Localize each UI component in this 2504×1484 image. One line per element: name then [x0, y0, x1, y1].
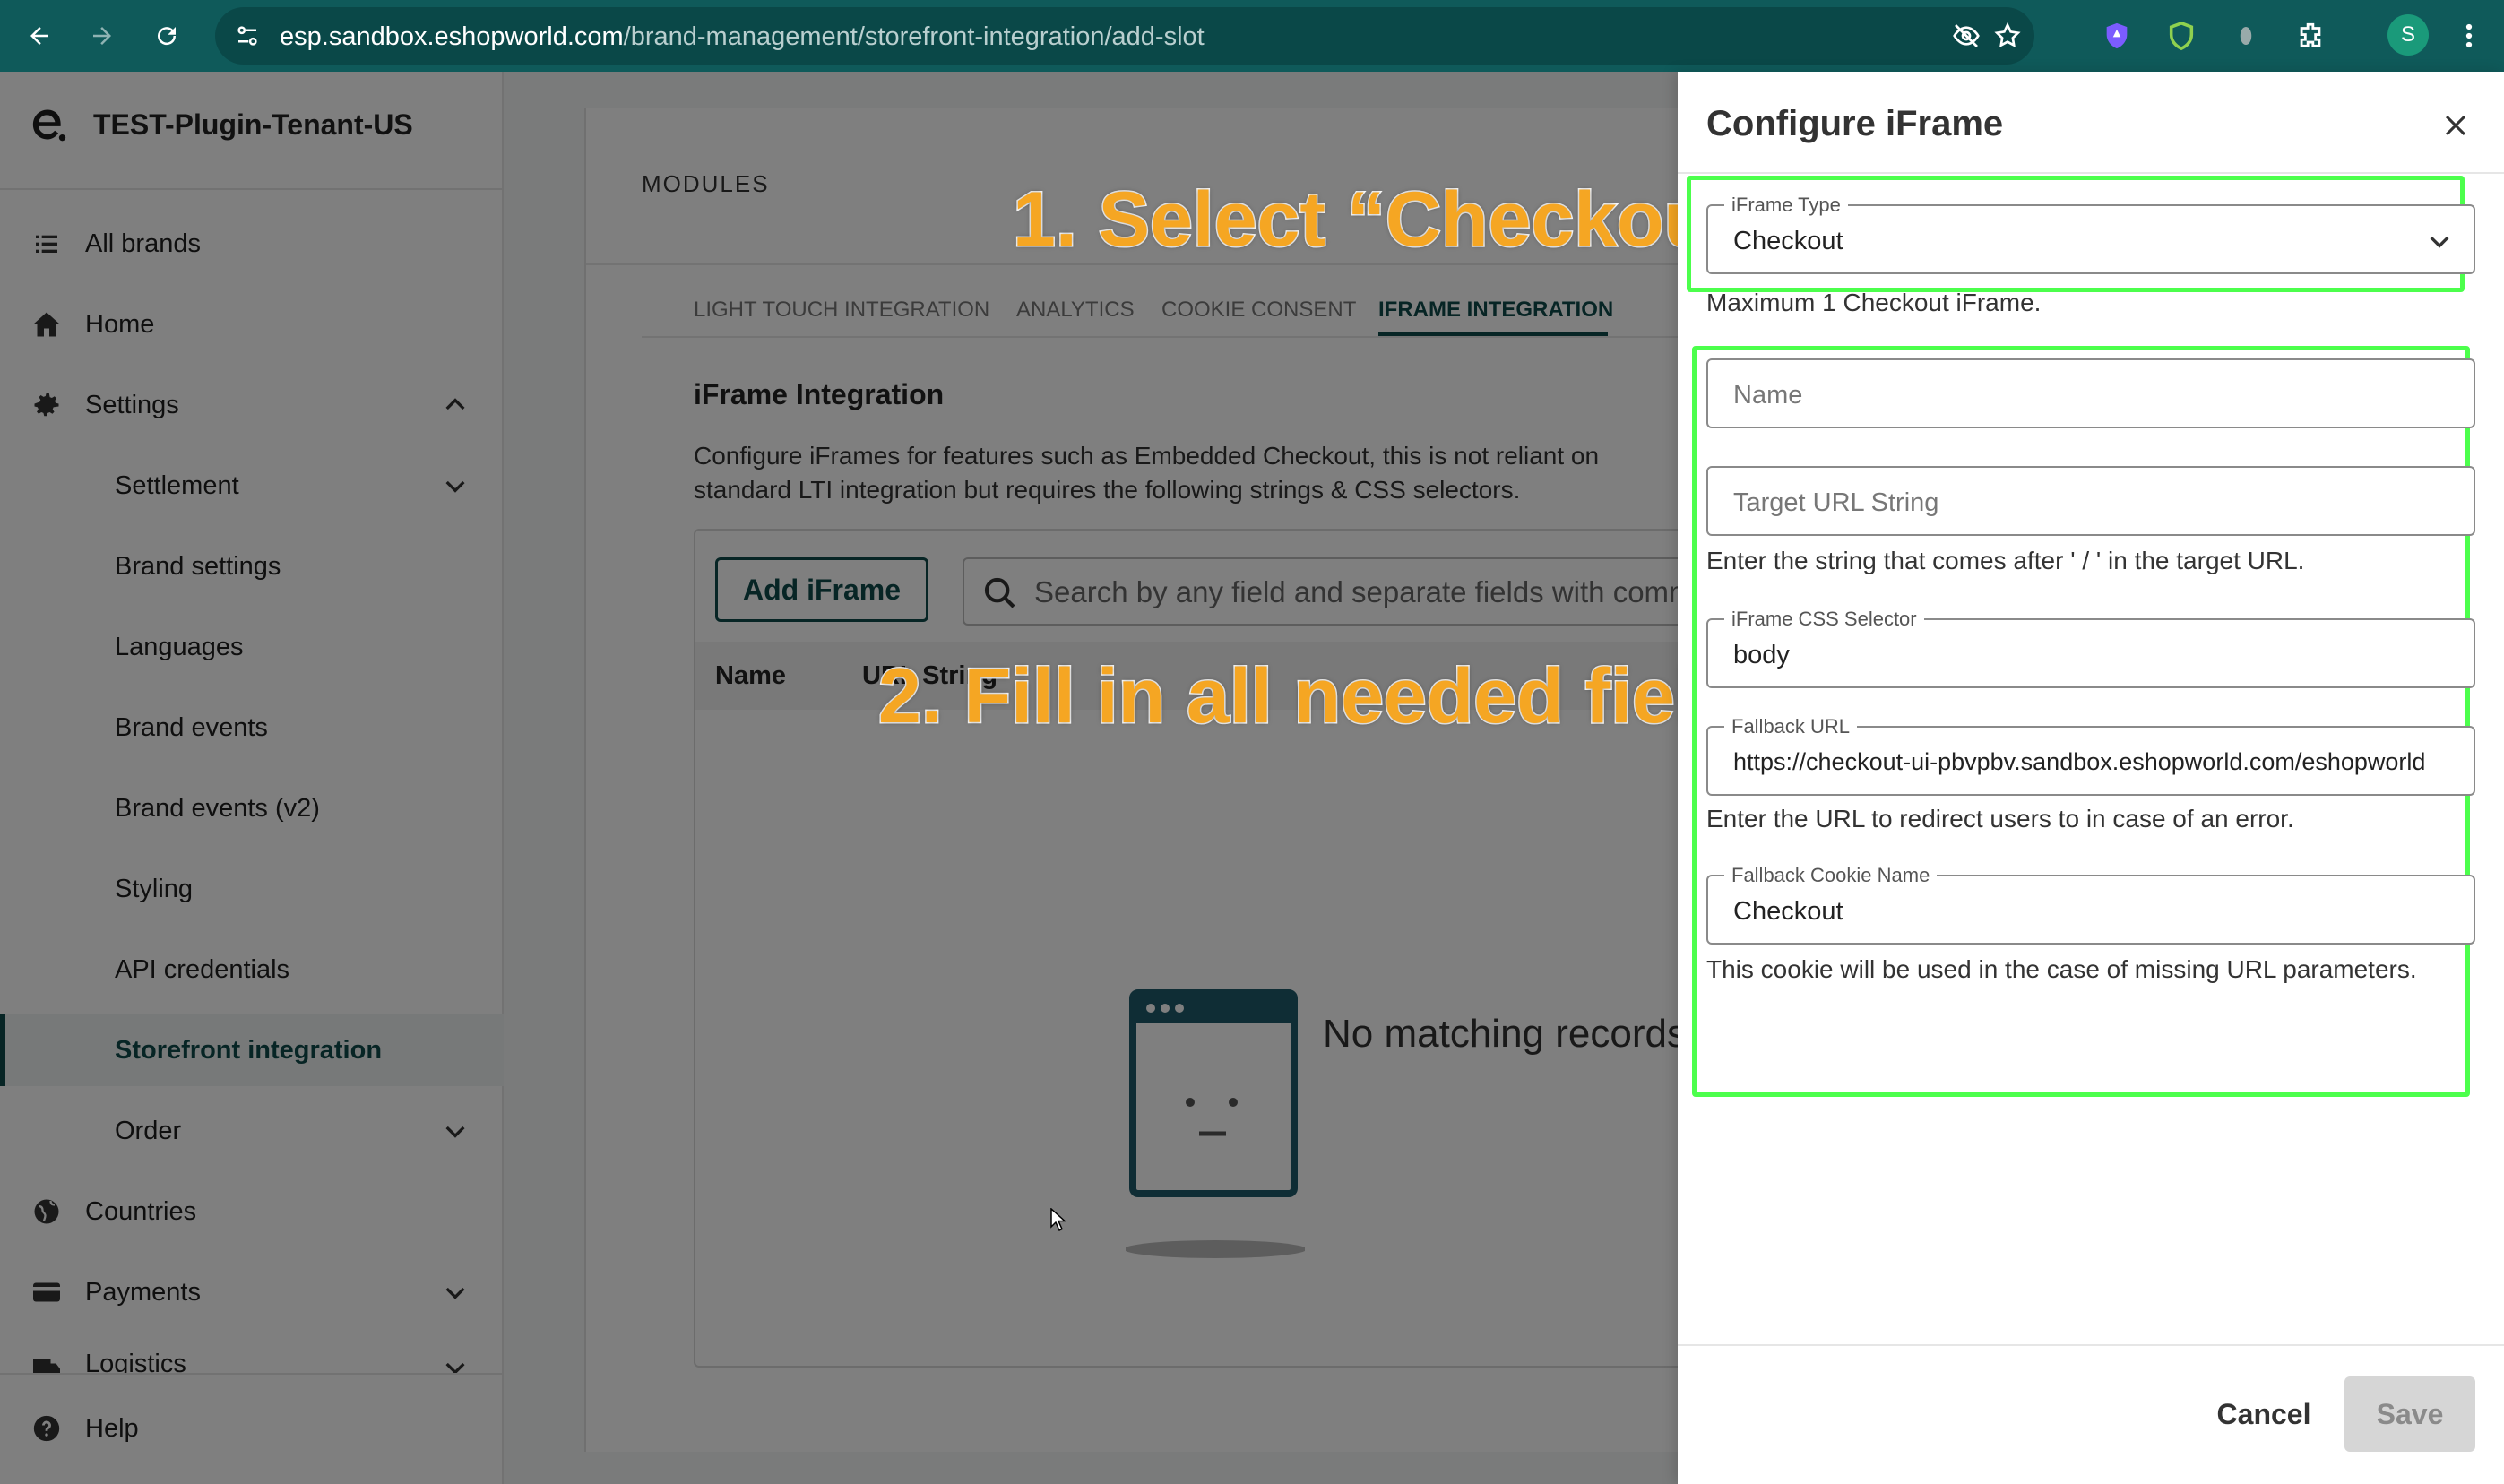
fallback-url-value: https://checkout-ui-pbvpbv.sandbox.eshop…: [1733, 748, 2426, 775]
fallback-cookie-name-value: Checkout: [1733, 897, 1843, 926]
iframe-type-helper: Maximum 1 Checkout iFrame.: [1706, 289, 2042, 316]
close-icon[interactable]: [2434, 104, 2477, 147]
url-domain: esp.sandbox.eshopworld.com: [280, 22, 624, 51]
drawer-title: Configure iFrame: [1706, 104, 2004, 143]
iframe-type-select[interactable]: iFrame Type Checkout: [1706, 194, 2475, 274]
star-icon[interactable]: [1991, 20, 2024, 52]
configure-iframe-drawer: Configure iFrame iFrame Type Checkout Ma…: [1678, 72, 2504, 1484]
more-vert-icon[interactable]: [2456, 16, 2482, 56]
fallback-url-label: Fallback URL: [1724, 715, 1858, 738]
target-url-placeholder: Target URL String: [1733, 488, 1939, 517]
chevron-down-icon: [2422, 223, 2457, 259]
url-path: /brand-management/storefront-integration…: [623, 22, 1205, 51]
annotation-step-1: 1. Select “Checkout”: [1012, 176, 1777, 264]
eye-off-icon[interactable]: [1950, 20, 1982, 52]
vpn-shield-extension-icon[interactable]: [2162, 16, 2201, 56]
target-url-field[interactable]: Target URL String: [1706, 466, 2475, 536]
fallback-cookie-helper: This cookie will be used in the case of …: [1706, 955, 2417, 983]
shield-extension-icon[interactable]: [2097, 16, 2137, 56]
fallback-cookie-name-field[interactable]: Fallback Cookie Name Checkout: [1706, 864, 2475, 945]
fallback-cookie-name-label: Fallback Cookie Name: [1724, 864, 1938, 887]
iframe-css-selector-label: iFrame CSS Selector: [1724, 608, 1924, 631]
modal-backdrop[interactable]: [0, 72, 1678, 1484]
back-arrow-icon[interactable]: [18, 14, 61, 57]
reload-icon[interactable]: [145, 14, 188, 57]
address-bar[interactable]: esp.sandbox.eshopworld.com/brand-managem…: [215, 7, 2034, 65]
forward-arrow-icon[interactable]: [81, 14, 124, 57]
target-url-helper: Enter the string that comes after ' / ' …: [1706, 547, 2305, 574]
fallback-url-field[interactable]: Fallback URL https://checkout-ui-pbvpbv.…: [1706, 715, 2475, 796]
iframe-css-selector-value: body: [1733, 641, 1790, 669]
name-placeholder: Name: [1733, 381, 1803, 410]
iframe-type-value: Checkout: [1733, 227, 1843, 255]
profile-avatar[interactable]: S: [2387, 14, 2429, 56]
divider: [1678, 1344, 2504, 1346]
iframe-type-label: iFrame Type: [1724, 194, 1848, 217]
divider: [1678, 172, 2504, 174]
fallback-url-helper: Enter the URL to redirect users to in ca…: [1706, 805, 2294, 833]
extensions-puzzle-icon[interactable]: [2291, 16, 2330, 56]
site-settings-icon[interactable]: [231, 20, 263, 52]
bulb-extension-icon[interactable]: [2226, 16, 2266, 56]
annotation-step-2: 2. Fill in all needed fields: [876, 652, 1787, 741]
name-field[interactable]: Name: [1706, 358, 2475, 428]
save-button[interactable]: Save: [2344, 1376, 2475, 1452]
browser-toolbar: esp.sandbox.eshopworld.com/brand-managem…: [0, 0, 2504, 72]
mouse-cursor-icon: [1050, 1208, 1066, 1231]
cancel-button[interactable]: Cancel: [2189, 1376, 2339, 1452]
iframe-css-selector-field[interactable]: iFrame CSS Selector body: [1706, 608, 2475, 688]
url-text: esp.sandbox.eshopworld.com/brand-managem…: [280, 22, 1205, 52]
